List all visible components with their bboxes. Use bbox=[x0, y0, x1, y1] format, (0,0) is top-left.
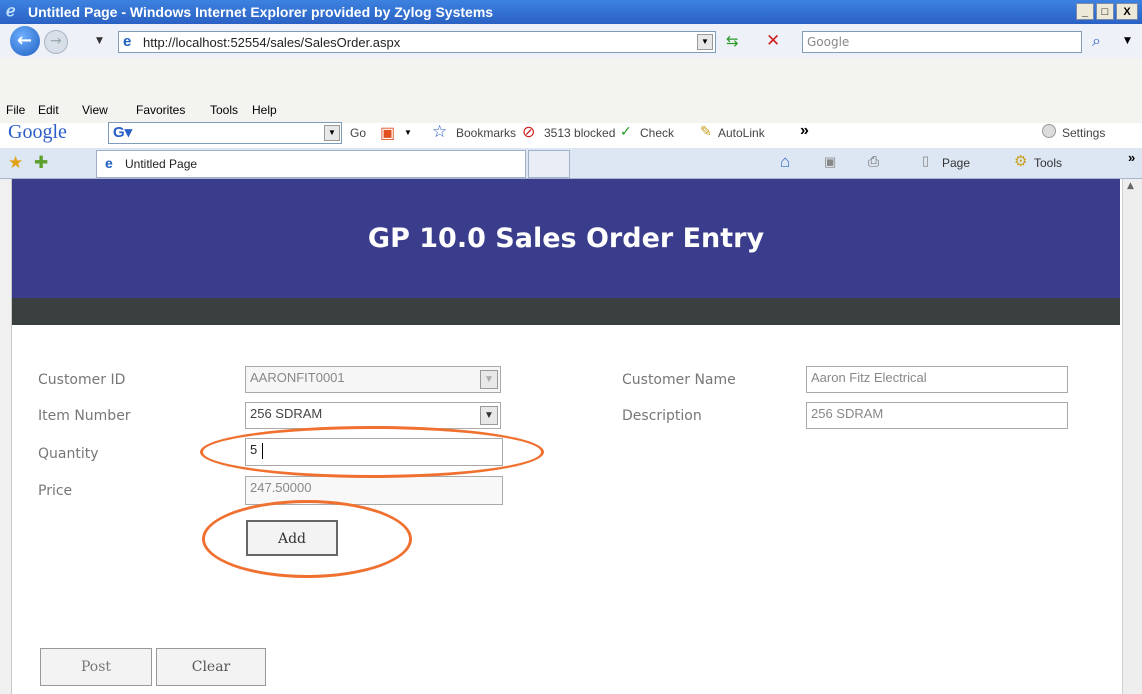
autolink-icon: ✎ bbox=[700, 123, 712, 139]
popup-blocked-count[interactable]: 3513 blocked bbox=[544, 126, 615, 140]
customer-id-dropdown-icon[interactable]: ▼ bbox=[480, 370, 498, 389]
search-icon[interactable]: ⌕ bbox=[1092, 33, 1101, 49]
tab-untitled-page[interactable]: e Untitled Page bbox=[96, 150, 526, 178]
google-search-box[interactable]: G▾ ▼ bbox=[108, 122, 342, 144]
address-dropdown-icon[interactable]: ▼ bbox=[697, 34, 713, 50]
feeds-icon[interactable]: ▣ bbox=[824, 154, 836, 170]
minimize-button[interactable]: _ bbox=[1076, 3, 1094, 20]
tab-page-icon: e bbox=[105, 155, 113, 171]
search-placeholder: Google bbox=[807, 35, 850, 49]
tools-menu-button[interactable]: Tools bbox=[1034, 156, 1062, 170]
toolbar-more-button[interactable]: » bbox=[800, 122, 809, 140]
menu-tools[interactable]: Tools bbox=[210, 103, 238, 117]
text-cursor bbox=[261, 442, 263, 459]
close-button[interactable]: X bbox=[1116, 3, 1138, 20]
add-button[interactable]: Add bbox=[246, 520, 338, 556]
google-logo: Google bbox=[8, 121, 67, 143]
home-icon[interactable]: ⌂ bbox=[780, 152, 790, 172]
customer-id-label: Customer ID bbox=[38, 372, 126, 388]
address-url: http://localhost:52554/sales/SalesOrder.… bbox=[143, 35, 401, 50]
menu-favorites[interactable]: Favorites bbox=[136, 103, 185, 117]
google-go-button[interactable]: Go bbox=[350, 126, 366, 140]
ie-logo-icon: ℯ bbox=[6, 3, 16, 20]
check-button[interactable]: Check bbox=[640, 126, 674, 140]
popup-blocker-icon: ⊘ bbox=[522, 124, 536, 141]
add-favorites-icon[interactable]: ✚ bbox=[34, 153, 48, 173]
menu-bar: File Edit View Favorites Tools Help bbox=[0, 100, 380, 120]
back-arrow-icon: ← bbox=[17, 30, 33, 51]
quantity-value: 5 bbox=[250, 442, 258, 457]
price-input[interactable]: 247.50000 bbox=[245, 476, 503, 505]
customer-id-select[interactable]: AARONFIT0001 ▼ bbox=[245, 366, 501, 393]
new-tab-button[interactable] bbox=[528, 150, 570, 178]
command-more-button[interactable]: » bbox=[1128, 150, 1135, 165]
description-label: Description bbox=[622, 408, 702, 424]
google-pagerank-icon[interactable]: ▣ bbox=[380, 123, 395, 143]
bookmarks-button[interactable]: Bookmarks bbox=[456, 126, 516, 140]
back-button[interactable]: ← bbox=[10, 26, 40, 56]
tab-bar: ★ ✚ e Untitled Page ⌂ ▣ ⎙ ▯ Page ⚙ Tools… bbox=[0, 148, 1142, 179]
google-pagerank-dropdown-icon[interactable]: ▼ bbox=[404, 128, 412, 137]
page-menu-icon: ▯ bbox=[922, 153, 930, 168]
refresh-icon[interactable]: ⇆ bbox=[726, 34, 739, 49]
item-number-select[interactable]: 256 SDRAM ▼ bbox=[245, 402, 501, 429]
customer-name-value: Aaron Fitz Electrical bbox=[811, 370, 927, 385]
tools-gear-icon: ⚙ bbox=[1014, 153, 1028, 170]
scroll-up-icon[interactable]: ▲ bbox=[1127, 181, 1134, 191]
autolink-button[interactable]: AutoLink bbox=[718, 126, 765, 140]
print-icon[interactable]: ⎙ bbox=[868, 153, 879, 170]
spell-check-icon: ✓ bbox=[620, 123, 632, 139]
description-field: 256 SDRAM bbox=[806, 402, 1068, 429]
settings-icon bbox=[1042, 124, 1056, 138]
price-value: 247.50000 bbox=[250, 480, 312, 495]
address-field[interactable]: e http://localhost:52554/sales/SalesOrde… bbox=[118, 31, 716, 53]
settings-button[interactable]: Settings bbox=[1062, 126, 1105, 140]
price-label: Price bbox=[38, 483, 73, 499]
quantity-input[interactable]: 5 bbox=[245, 438, 503, 466]
page-title: GP 10.0 Sales Order Entry bbox=[367, 223, 765, 254]
quantity-label: Quantity bbox=[38, 446, 99, 462]
banner-subbar bbox=[12, 298, 1120, 325]
search-input[interactable]: Google bbox=[802, 31, 1082, 53]
menu-file[interactable]: File bbox=[6, 103, 25, 117]
google-toolbar: Google G▾ ▼ Go ▣ ▼ ☆ Bookmarks ⊘ 3513 bl… bbox=[0, 120, 1142, 148]
window-title: Untitled Page - Windows Internet Explore… bbox=[28, 4, 494, 20]
page-banner: GP 10.0 Sales Order Entry bbox=[12, 179, 1120, 298]
page-menu-button[interactable]: Page bbox=[942, 156, 970, 170]
window-title-bar: ℯ Untitled Page - Windows Internet Explo… bbox=[0, 0, 1142, 24]
item-number-label: Item Number bbox=[38, 408, 131, 424]
customer-name-label: Customer Name bbox=[622, 372, 736, 388]
left-frame-edge bbox=[0, 179, 12, 694]
forward-button[interactable]: → bbox=[44, 30, 68, 54]
history-dropdown-icon[interactable]: ▼ bbox=[96, 37, 103, 46]
clear-button[interactable]: Clear bbox=[156, 648, 266, 686]
maximize-button[interactable]: □ bbox=[1096, 3, 1114, 20]
favorites-star-icon[interactable]: ★ bbox=[8, 153, 23, 173]
item-number-dropdown-icon[interactable]: ▼ bbox=[480, 406, 498, 425]
google-g-icon: G▾ bbox=[113, 124, 133, 141]
search-options-icon[interactable]: ▼ bbox=[1124, 37, 1131, 46]
post-button[interactable]: Post bbox=[40, 648, 152, 686]
customer-name-field: Aaron Fitz Electrical bbox=[806, 366, 1068, 393]
description-value: 256 SDRAM bbox=[811, 406, 884, 421]
item-number-value: 256 SDRAM bbox=[250, 406, 323, 421]
bookmark-star-icon: ☆ bbox=[432, 122, 448, 141]
page-icon: e bbox=[123, 33, 132, 50]
tab-title: Untitled Page bbox=[125, 157, 198, 171]
menu-view[interactable]: View bbox=[82, 103, 108, 117]
menu-edit[interactable]: Edit bbox=[38, 103, 59, 117]
forward-arrow-icon: → bbox=[50, 33, 62, 49]
vertical-scrollbar[interactable]: ▲ bbox=[1122, 179, 1142, 694]
google-search-dropdown-icon[interactable]: ▼ bbox=[324, 125, 340, 141]
customer-id-value: AARONFIT0001 bbox=[250, 370, 345, 385]
stop-icon[interactable]: ✕ bbox=[766, 33, 780, 50]
menu-help[interactable]: Help bbox=[252, 103, 277, 117]
